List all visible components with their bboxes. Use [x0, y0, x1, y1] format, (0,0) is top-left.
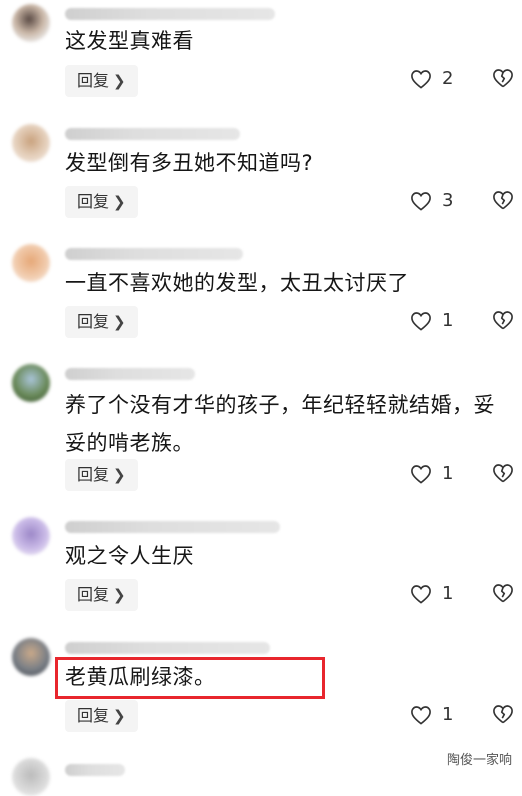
dislike-button[interactable]: [492, 310, 514, 330]
heart-icon: [411, 584, 431, 604]
chevron-right-icon: ❯: [113, 313, 126, 331]
comment-meta-blurred: [65, 642, 270, 654]
like-count: 2: [442, 68, 454, 89]
avatar[interactable]: [12, 638, 50, 676]
like-button[interactable]: 3: [410, 190, 453, 211]
comment-text: 一直不喜欢她的发型，太丑太讨厌了: [65, 271, 409, 295]
like-count: 1: [442, 463, 454, 484]
reply-button[interactable]: 回复 ❯: [65, 186, 138, 218]
like-button[interactable]: 1: [410, 463, 453, 484]
chevron-right-icon: ❯: [113, 193, 126, 211]
comment-text: 观之令人生厌: [65, 544, 194, 568]
reply-button[interactable]: 回复 ❯: [65, 700, 138, 732]
reply-label: 回复: [77, 706, 110, 725]
like-button[interactable]: 1: [410, 583, 453, 604]
comment-meta-blurred: [65, 521, 280, 533]
like-button[interactable]: 1: [410, 310, 453, 331]
reply-button[interactable]: 回复 ❯: [65, 306, 138, 338]
avatar[interactable]: [12, 244, 50, 282]
avatar[interactable]: [12, 124, 50, 162]
reply-label: 回复: [77, 71, 110, 90]
heart-icon: [411, 311, 431, 331]
broken-heart-icon: [493, 69, 513, 88]
comment-meta-blurred: [65, 128, 240, 140]
comment-text: 这发型真难看: [65, 29, 194, 53]
broken-heart-icon: [493, 311, 513, 330]
reply-label: 回复: [77, 192, 110, 211]
like-button[interactable]: 1: [410, 704, 453, 725]
dislike-button[interactable]: [492, 583, 514, 603]
chevron-right-icon: ❯: [113, 72, 126, 90]
reply-button[interactable]: 回复 ❯: [65, 65, 138, 97]
heart-icon: [411, 191, 431, 211]
broken-heart-icon: [493, 464, 513, 483]
like-count: 1: [442, 583, 454, 604]
avatar[interactable]: [12, 364, 50, 402]
heart-icon: [411, 464, 431, 484]
dislike-button[interactable]: [492, 463, 514, 483]
reply-label: 回复: [77, 465, 110, 484]
dislike-button[interactable]: [492, 68, 514, 88]
like-count: 3: [442, 190, 454, 211]
comment-meta-blurred: [65, 368, 195, 380]
avatar[interactable]: [12, 758, 50, 796]
broken-heart-icon: [493, 584, 513, 603]
watermark: 陶俊一家响: [442, 748, 516, 769]
broken-heart-icon: [493, 191, 513, 210]
chevron-right-icon: ❯: [113, 586, 126, 604]
reply-label: 回复: [77, 312, 110, 331]
chevron-right-icon: ❯: [113, 707, 126, 725]
dislike-button[interactable]: [492, 704, 514, 724]
broken-heart-icon: [493, 705, 513, 724]
chevron-right-icon: ❯: [113, 466, 126, 484]
reply-label: 回复: [77, 585, 110, 604]
highlight-box: [55, 657, 325, 699]
like-button[interactable]: 2: [410, 68, 453, 89]
like-count: 1: [442, 310, 454, 331]
heart-icon: [411, 69, 431, 89]
dislike-button[interactable]: [492, 190, 514, 210]
comment-meta-blurred: [65, 248, 243, 260]
reply-button[interactable]: 回复 ❯: [65, 579, 138, 611]
comment-text: 养了个没有才华的孩子，年纪轻轻就结婚，妥妥的啃老族。: [65, 393, 495, 455]
like-count: 1: [442, 704, 454, 725]
heart-icon: [411, 705, 431, 725]
avatar[interactable]: [12, 4, 50, 42]
comment-meta-blurred: [65, 764, 125, 776]
comment-text: 发型倒有多丑她不知道吗?: [65, 151, 314, 175]
avatar[interactable]: [12, 517, 50, 555]
comment-meta-blurred: [65, 8, 275, 20]
reply-button[interactable]: 回复 ❯: [65, 459, 138, 491]
